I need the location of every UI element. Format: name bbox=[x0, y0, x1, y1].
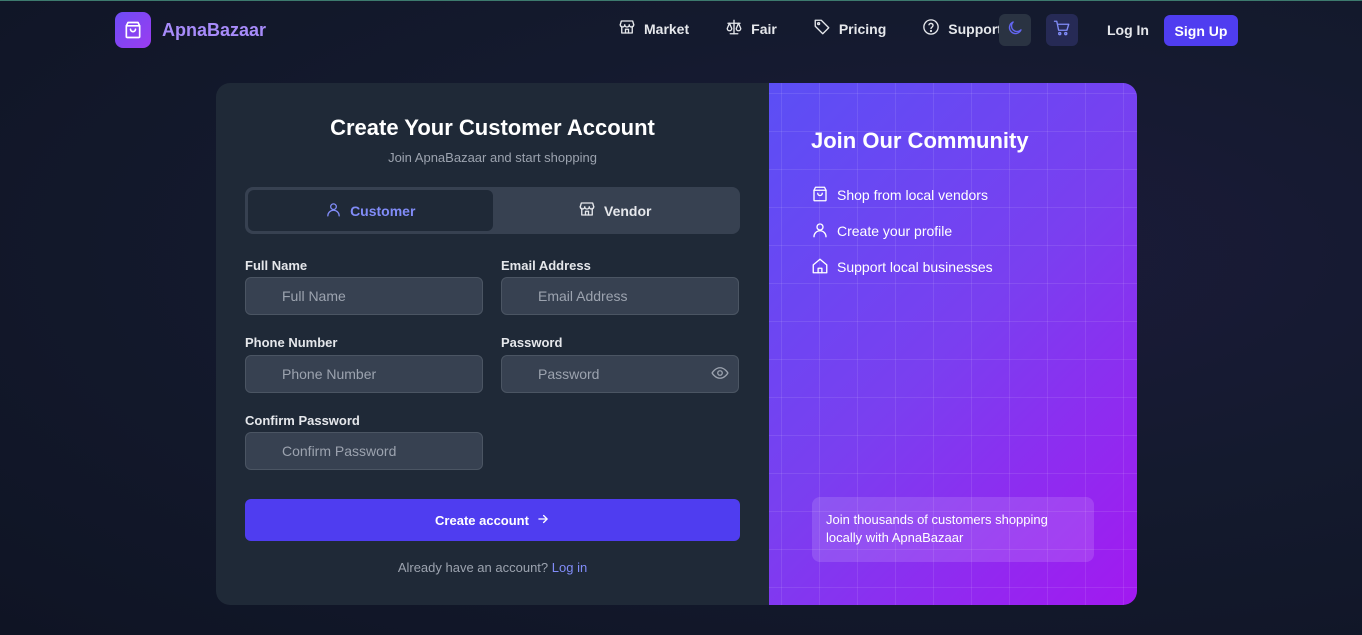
tab-vendor[interactable]: Vendor bbox=[493, 190, 738, 231]
list-item: Shop from local vendors bbox=[811, 177, 993, 213]
user-icon bbox=[811, 221, 837, 242]
list-item: Support local businesses bbox=[811, 249, 993, 285]
shopping-bag-icon bbox=[811, 185, 837, 206]
form-title: Create Your Customer Account bbox=[330, 115, 655, 140]
create-account-button[interactable]: Create account bbox=[245, 499, 740, 541]
benefit-label: Shop from local vendors bbox=[837, 187, 988, 203]
password-label: Password bbox=[501, 335, 563, 350]
benefit-label: Support local businesses bbox=[837, 259, 993, 275]
nav-links: Market Fair Pricing Support bbox=[618, 18, 1002, 39]
nav-link-label: Fair bbox=[751, 20, 777, 37]
tag-icon bbox=[813, 18, 839, 39]
nav-link-label: Market bbox=[644, 20, 690, 37]
signup-button[interactable]: Sign Up bbox=[1164, 15, 1238, 46]
theme-toggle-button[interactable] bbox=[999, 14, 1031, 46]
phone-label: Phone Number bbox=[245, 335, 338, 350]
shopping-bag-icon bbox=[115, 12, 151, 48]
login-prompt-text: Already have an account? bbox=[397, 560, 549, 575]
community-note: Join thousands of customers shopping loc… bbox=[812, 497, 1094, 562]
navbar: ApnaBazaar Market Fair Pricing Support L… bbox=[0, 0, 1362, 60]
login-prompt: Already have an account? Log in bbox=[216, 560, 769, 575]
community-panel: Join Our Community Shop from local vendo… bbox=[769, 83, 1137, 605]
confirm-password-input[interactable] bbox=[245, 432, 483, 470]
full-name-label: Full Name bbox=[245, 258, 308, 273]
nav-link-market[interactable]: Market bbox=[618, 18, 689, 39]
nav-link-label: Support bbox=[948, 20, 1002, 37]
form-subtitle: Join ApnaBazaar and start shopping bbox=[388, 150, 597, 165]
scale-icon bbox=[725, 18, 751, 39]
full-name-input[interactable] bbox=[245, 277, 483, 315]
community-title: Join Our Community bbox=[811, 128, 1029, 153]
email-label: Email Address bbox=[501, 258, 591, 273]
tab-label: Vendor bbox=[604, 202, 652, 219]
store-icon bbox=[618, 18, 644, 39]
brand[interactable]: ApnaBazaar bbox=[115, 12, 266, 48]
phone-input[interactable] bbox=[245, 355, 483, 393]
create-account-label: Create account bbox=[435, 512, 529, 528]
user-icon bbox=[325, 201, 350, 221]
arrow-right-icon bbox=[529, 512, 550, 529]
confirm-password-label: Confirm Password bbox=[245, 413, 360, 428]
tab-label: Customer bbox=[350, 202, 416, 219]
account-type-toggle: Customer Vendor bbox=[245, 187, 740, 234]
moon-icon bbox=[1006, 19, 1024, 42]
community-benefits: Shop from local vendors Create your prof… bbox=[811, 177, 993, 285]
password-input[interactable] bbox=[501, 355, 739, 393]
login-link-form[interactable]: Log in bbox=[552, 560, 587, 575]
signup-card: Create Your Customer Account Join ApnaBa… bbox=[216, 83, 1137, 605]
email-input[interactable] bbox=[501, 277, 739, 315]
benefit-label: Create your profile bbox=[837, 223, 953, 239]
nav-link-label: Pricing bbox=[838, 20, 887, 37]
brand-name: ApnaBazaar bbox=[162, 19, 267, 40]
signup-form-panel: Create Your Customer Account Join ApnaBa… bbox=[216, 83, 769, 605]
cart-icon bbox=[1053, 19, 1071, 42]
tab-customer[interactable]: Customer bbox=[248, 190, 493, 231]
nav-link-fair[interactable]: Fair bbox=[725, 18, 777, 39]
nav-link-support[interactable]: Support bbox=[922, 18, 1002, 39]
eye-icon[interactable] bbox=[709, 364, 731, 382]
nav-link-pricing[interactable]: Pricing bbox=[813, 18, 886, 39]
home-icon bbox=[811, 257, 837, 278]
login-link[interactable]: Log In bbox=[1107, 22, 1149, 38]
help-circle-icon bbox=[922, 18, 948, 39]
store-icon bbox=[578, 200, 604, 221]
list-item: Create your profile bbox=[811, 213, 993, 249]
cart-button[interactable] bbox=[1046, 14, 1078, 46]
